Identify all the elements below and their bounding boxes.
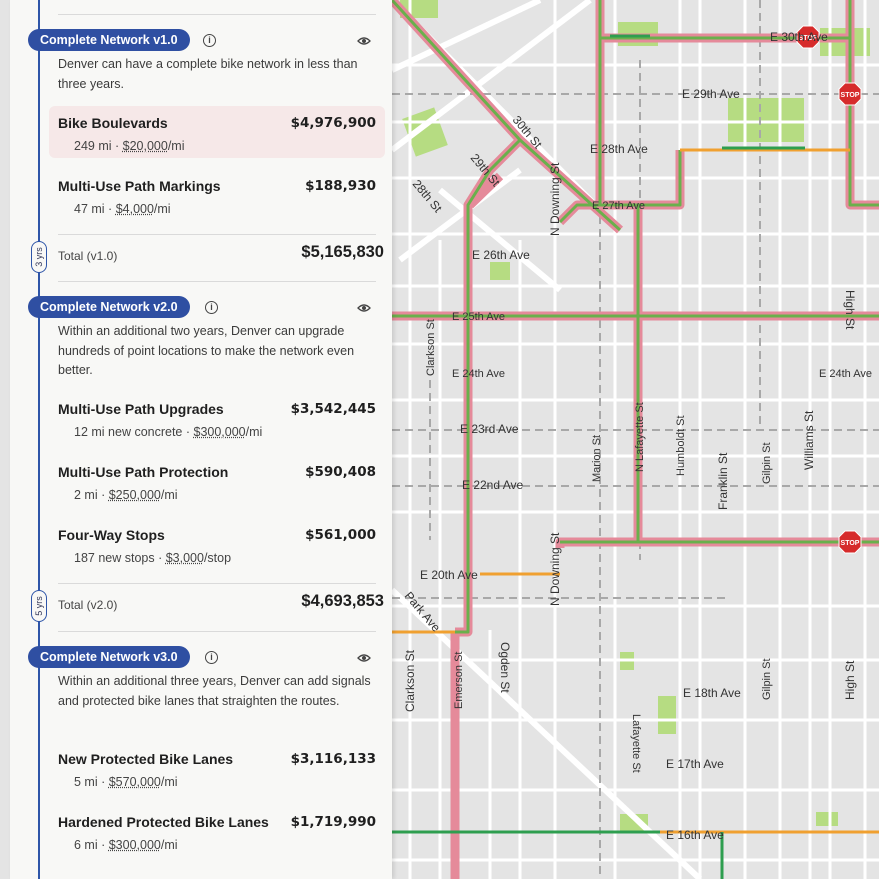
cost-item-mup-markings[interactable]: Multi-Use Path Markings $188,930 47 mi ·…	[49, 169, 385, 221]
item-price: $1,719,990	[290, 814, 376, 830]
street-label: High St	[843, 660, 857, 700]
street-label: E 20th Ave	[420, 568, 478, 582]
network-v1-description: Denver can have a complete bike network …	[58, 57, 358, 91]
item-detail: 47 mi · $4,000/mi	[74, 202, 171, 216]
item-name: Hardened Protected Bike Lanes	[58, 814, 269, 830]
street-label: Franklin St	[716, 452, 730, 510]
street-label: Ogden St	[498, 642, 512, 693]
total-label: Total (v2.0)	[58, 598, 118, 612]
divider	[58, 281, 376, 282]
cost-item-hardened-protected-lanes[interactable]: Hardened Protected Bike Lanes $1,719,990…	[49, 805, 385, 857]
network-cost-panel[interactable]: Complete Network v1.0 i Denver can have …	[10, 0, 392, 879]
street-label: E 26th Ave	[472, 248, 530, 262]
network-v3-pill[interactable]: Complete Network v3.0	[28, 646, 190, 668]
rate-value[interactable]: $300,000	[194, 425, 246, 439]
rate-value[interactable]: $4,000	[116, 202, 154, 216]
timeline-line	[38, 0, 40, 879]
item-detail: 187 new stops · $3,000/stop	[74, 551, 232, 565]
divider	[58, 583, 376, 584]
item-detail: 12 mi new concrete · $300,000/mi	[74, 425, 263, 439]
total-label: Total (v1.0)	[58, 249, 118, 263]
item-price: $188,930	[305, 178, 376, 194]
total-v1: Total (v1.0) $5,165,830	[58, 241, 384, 269]
item-name: Bike Boulevards	[58, 115, 168, 131]
street-label: E 29th Ave	[682, 87, 740, 101]
street-label: Gilpin St	[761, 658, 773, 700]
item-price: $561,000	[305, 527, 376, 543]
item-name: Multi-Use Path Markings	[58, 178, 221, 194]
street-label: E 16th Ave	[666, 828, 724, 842]
network-v2-description: Within an additional two years, Denver c…	[58, 324, 355, 377]
item-detail: 2 mi · $250,000/mi	[74, 488, 178, 502]
eye-icon[interactable]	[357, 34, 371, 48]
street-label: N Downing St	[548, 162, 562, 236]
item-price: $3,116,133	[290, 751, 376, 767]
street-label: E 22nd Ave	[462, 478, 523, 492]
rate-value[interactable]: $570,000	[109, 775, 161, 789]
street-label: E 23rd Ave	[460, 422, 519, 436]
street-label: Emerson St	[453, 652, 465, 709]
item-name: Multi-Use Path Upgrades	[58, 401, 224, 417]
street-label: N Downing St	[548, 532, 562, 606]
total-value: $4,693,853	[301, 592, 384, 610]
street-label: E 25th Ave	[452, 311, 505, 323]
cost-item-new-protected-lanes[interactable]: New Protected Bike Lanes $3,116,133 5 mi…	[49, 742, 385, 794]
street-label: E 28th Ave	[590, 142, 648, 156]
total-v2: Total (v2.0) $4,693,853	[58, 590, 384, 618]
network-v3-description: Within an additional three years, Denver…	[58, 674, 371, 708]
street-label: High St	[843, 290, 857, 330]
street-label: N Lafayette St	[634, 402, 646, 472]
info-icon[interactable]: i	[205, 301, 218, 314]
cost-item-mup-upgrades[interactable]: Multi-Use Path Upgrades $3,542,445 12 mi…	[49, 392, 385, 444]
info-icon[interactable]: i	[203, 34, 216, 47]
rate-value[interactable]: $250,000	[109, 488, 161, 502]
eye-icon[interactable]	[357, 301, 371, 315]
street-label: Lafayette St	[630, 714, 642, 773]
total-value: $5,165,830	[301, 243, 384, 261]
item-name: New Protected Bike Lanes	[58, 751, 234, 767]
item-detail: 6 mi · $300,000/mi	[74, 838, 178, 852]
street-label: Gilpin St	[761, 442, 773, 484]
cost-item-four-way-stops[interactable]: Four-Way Stops $561,000 187 new stops · …	[49, 518, 385, 570]
item-price: $3,542,445	[290, 401, 376, 417]
eye-icon[interactable]	[357, 651, 371, 665]
street-label: E 24th Ave	[819, 368, 872, 380]
rate-value[interactable]: $20,000	[123, 139, 168, 153]
rate-value[interactable]: $3,000	[166, 551, 204, 565]
item-detail: 249 mi · $20,000/mi	[74, 139, 185, 153]
cost-item-bike-boulevards[interactable]: Bike Boulevards $4,976,900 249 mi · $20,…	[49, 106, 385, 158]
divider	[58, 631, 376, 632]
item-price: $4,976,900	[290, 115, 376, 131]
street-label: Clarkson St	[425, 319, 437, 376]
svg-text:STOP: STOP	[841, 540, 860, 547]
item-price: $590,408	[305, 464, 376, 480]
street-label: Williams St	[802, 410, 816, 470]
divider	[58, 14, 376, 15]
street-label: Humboldt St	[675, 415, 687, 476]
info-icon[interactable]: i	[205, 651, 218, 664]
item-name: Multi-Use Path Protection	[58, 464, 229, 480]
street-label: Marion St	[591, 435, 603, 482]
svg-text:STOP: STOP	[841, 92, 860, 99]
network-v2-pill[interactable]: Complete Network v2.0	[28, 296, 190, 318]
duration-badge-v1: 3 yrs	[31, 241, 47, 273]
duration-badge-v2: 5 yrs	[31, 590, 47, 622]
street-label: E 30th Ave	[770, 30, 828, 44]
network-v1-pill[interactable]: Complete Network v1.0	[28, 29, 190, 51]
street-label: E 18th Ave	[683, 686, 741, 700]
rate-value[interactable]: $300,000	[109, 838, 161, 852]
street-label: E 27th Ave	[592, 200, 645, 212]
street-label: E 17th Ave	[666, 757, 724, 771]
street-label: Clarkson St	[403, 649, 417, 712]
divider	[58, 234, 376, 235]
street-label: E 24th Ave	[452, 368, 505, 380]
item-detail: 5 mi · $570,000/mi	[74, 775, 178, 789]
item-name: Four-Way Stops	[58, 527, 165, 543]
cost-item-mup-protection[interactable]: Multi-Use Path Protection $590,408 2 mi …	[49, 455, 385, 507]
